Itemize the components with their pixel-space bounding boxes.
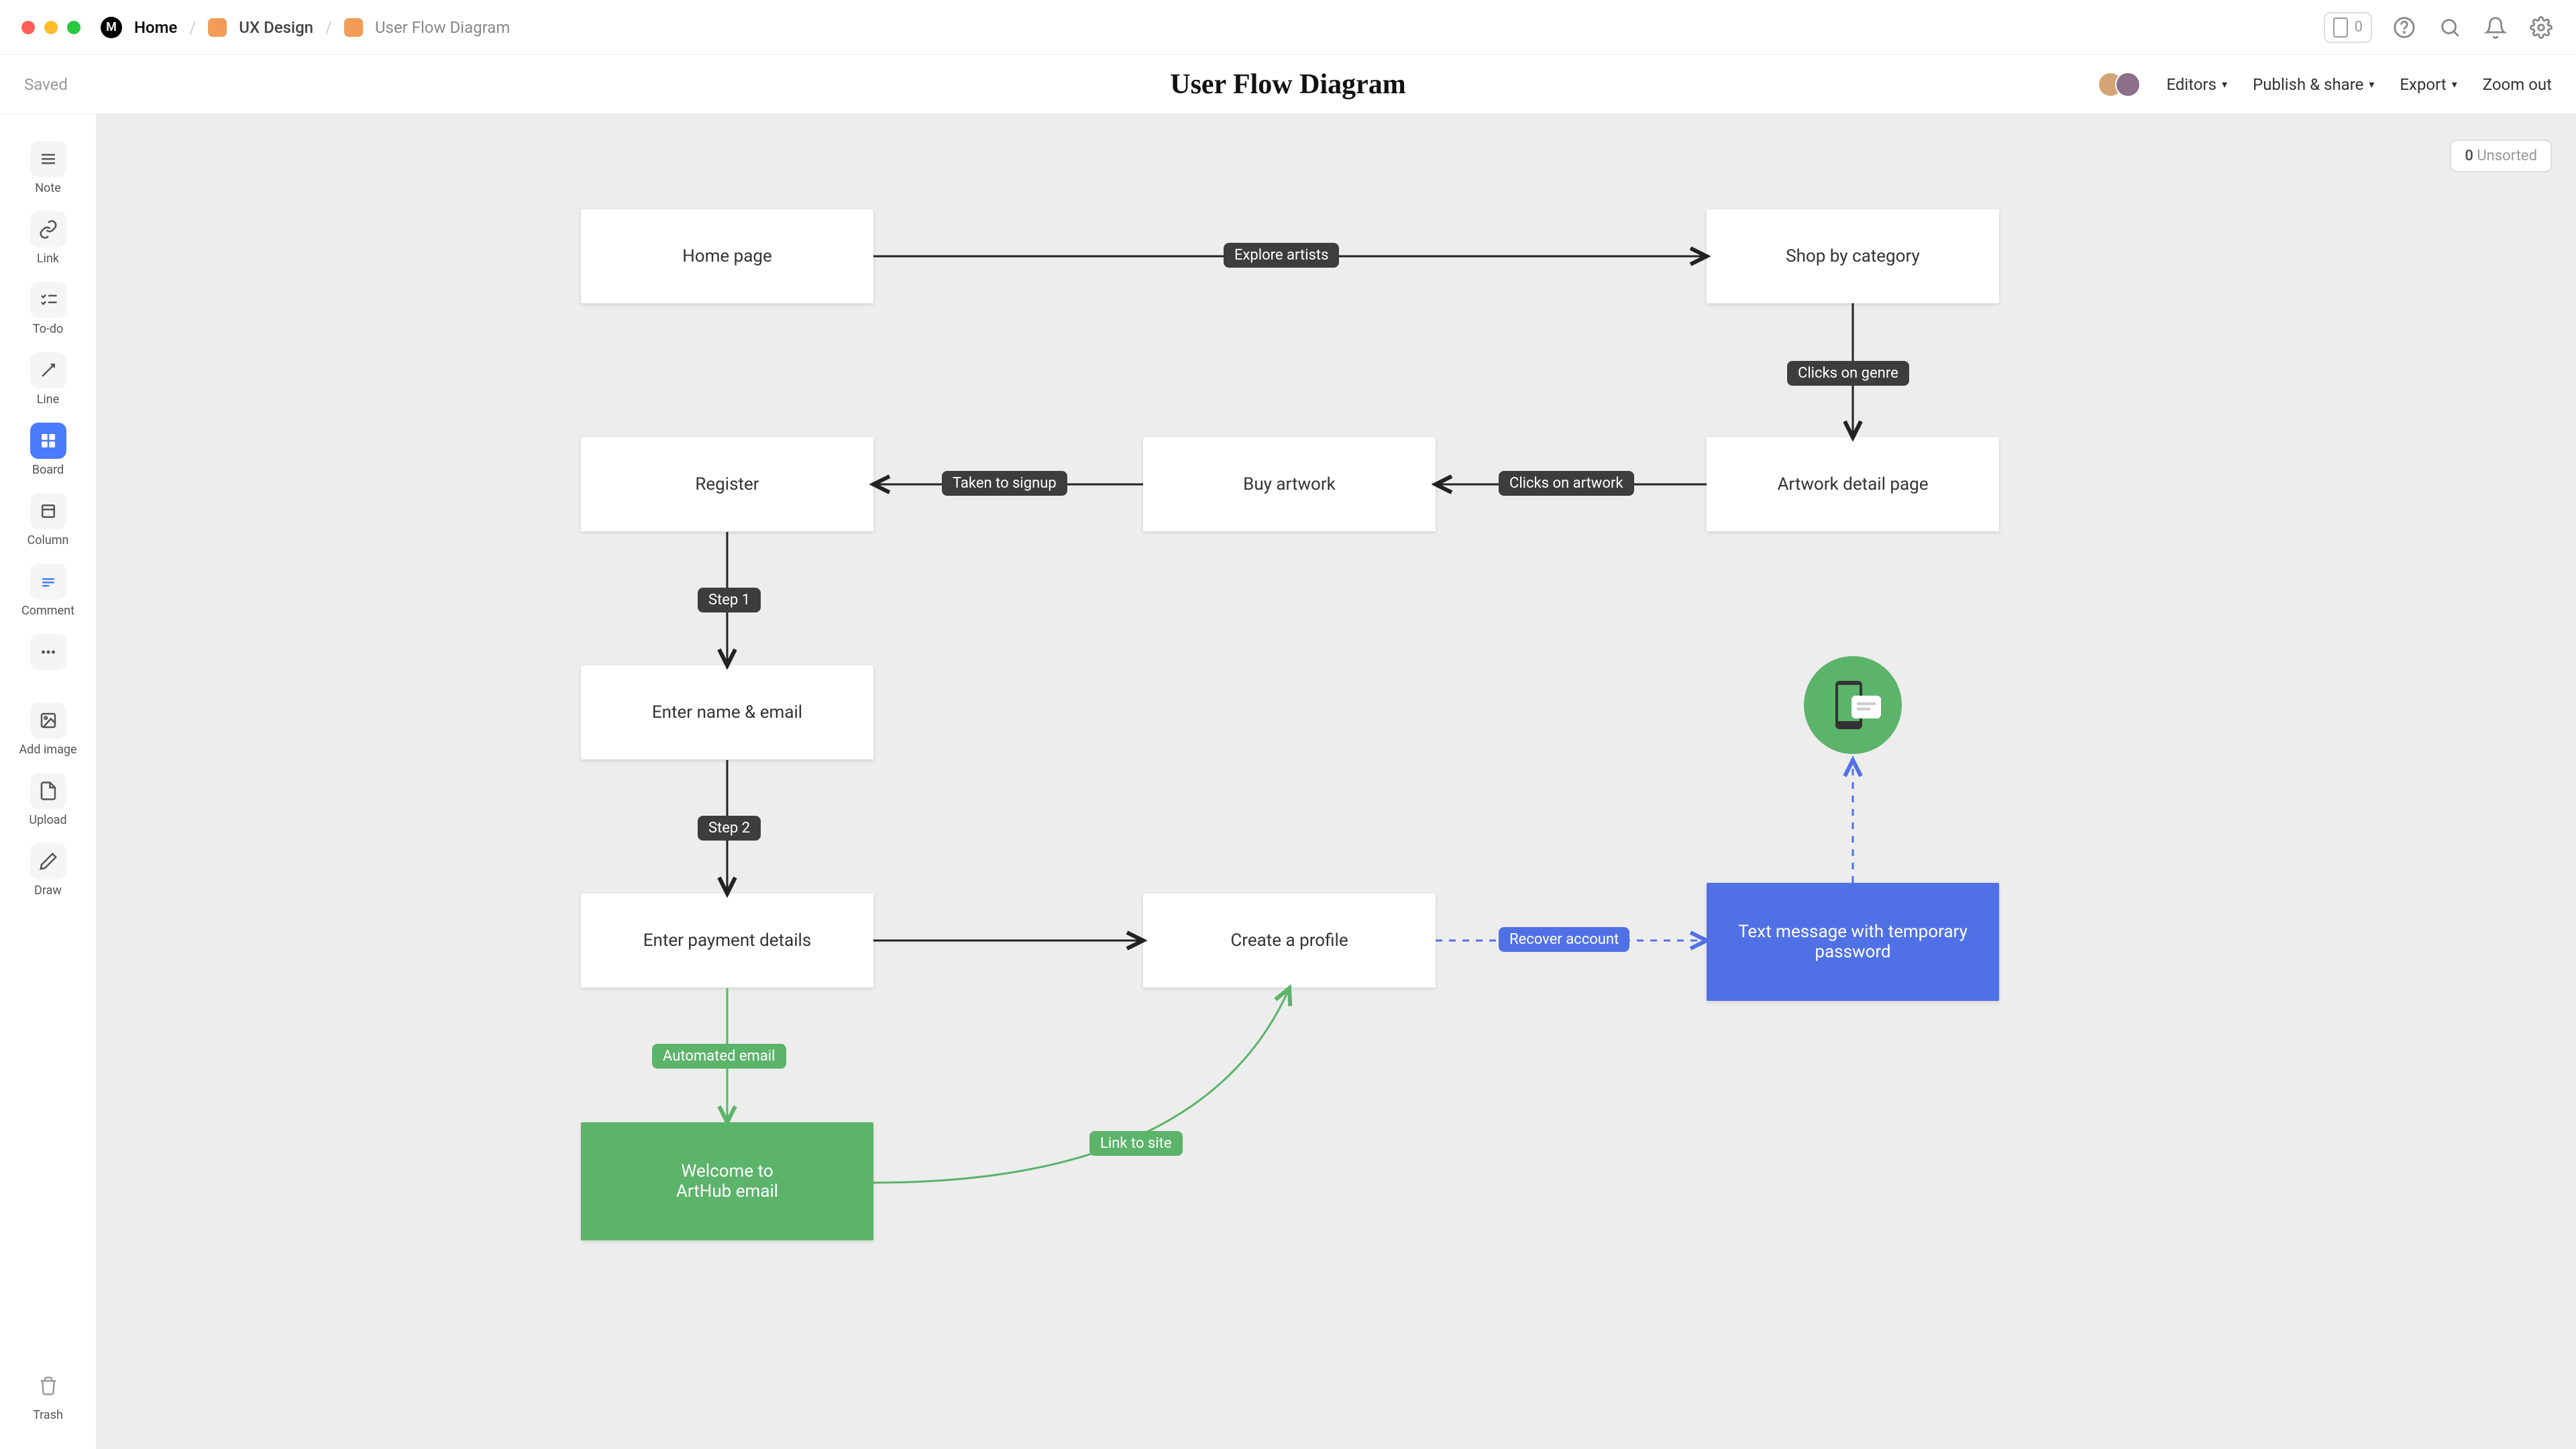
tool-note[interactable]: Note [13, 134, 83, 202]
editor-avatars[interactable] [2098, 72, 2141, 97]
label-automated[interactable]: Automated email [652, 1044, 786, 1069]
chevron-down-icon: ▾ [2452, 78, 2457, 91]
label-link-site[interactable]: Link to site [1089, 1131, 1183, 1156]
breadcrumb-sep: / [325, 18, 332, 37]
tool-draw[interactable]: Draw [13, 837, 83, 904]
label-artwork[interactable]: Clicks on artwork [1499, 471, 1634, 496]
more-icon [30, 634, 66, 670]
breadcrumb-mid[interactable]: UX Design [239, 18, 313, 37]
label-step1[interactable]: Step 1 [698, 588, 761, 612]
document-header: Saved User Flow Diagram Editors▾ Publish… [0, 55, 2576, 114]
board-icon [30, 423, 66, 459]
label-step2[interactable]: Step 2 [698, 816, 761, 841]
minimize-window[interactable] [44, 21, 58, 34]
trash-icon [30, 1368, 66, 1404]
bell-icon[interactable] [2482, 14, 2509, 41]
folder-icon [344, 18, 363, 37]
draw-icon [30, 843, 66, 879]
breadcrumb-home[interactable]: Home [134, 18, 177, 37]
badge-count: 0 [2355, 19, 2363, 36]
editors-dropdown[interactable]: Editors▾ [2166, 75, 2227, 94]
device-pill[interactable]: 0 [2324, 12, 2372, 43]
tool-upload[interactable]: Upload [13, 766, 83, 834]
line-icon [30, 352, 66, 388]
link-icon [30, 211, 66, 248]
page-title: User Flow Diagram [1170, 68, 1405, 101]
publish-dropdown[interactable]: Publish & share▾ [2253, 75, 2374, 94]
window-controls [21, 21, 80, 34]
tool-todo[interactable]: To-do [13, 275, 83, 343]
tool-comment[interactable]: Comment [13, 557, 83, 625]
avatar [2115, 72, 2141, 97]
phone-icon [2333, 17, 2348, 38]
label-genre[interactable]: Clicks on genre [1787, 361, 1909, 386]
app-logo-icon[interactable]: M [101, 17, 122, 38]
image-icon [30, 702, 66, 739]
tool-add-image[interactable]: Add image [13, 696, 83, 763]
breadcrumb: M Home / UX Design / User Flow Diagram [101, 17, 510, 38]
export-dropdown[interactable]: Export▾ [2400, 75, 2457, 94]
tool-column[interactable]: Column [13, 486, 83, 554]
tool-trash[interactable]: Trash [13, 1361, 83, 1429]
close-window[interactable] [21, 21, 35, 34]
gear-icon[interactable] [2528, 14, 2555, 41]
diagram-canvas[interactable]: 0 Unsorted [97, 114, 2576, 1449]
chevron-down-icon: ▾ [2369, 78, 2374, 91]
tool-line[interactable]: Line [13, 345, 83, 413]
todo-icon [30, 282, 66, 318]
maximize-window[interactable] [67, 21, 80, 34]
breadcrumb-sep: / [189, 18, 196, 37]
tool-board[interactable]: Board [13, 416, 83, 484]
search-icon[interactable] [2436, 14, 2463, 41]
help-icon[interactable] [2391, 14, 2418, 41]
titlebar: M Home / UX Design / User Flow Diagram 0 [0, 0, 2576, 55]
header-actions: Editors▾ Publish & share▾ Export▾ Zoom o… [2098, 72, 2552, 97]
label-signup[interactable]: Taken to signup [942, 471, 1067, 496]
breadcrumb-current: User Flow Diagram [375, 18, 510, 37]
tool-sidebar: Note Link To-do Line Board Column Commen… [0, 114, 97, 1449]
folder-icon [208, 18, 227, 37]
main-area: Note Link To-do Line Board Column Commen… [0, 114, 2576, 1449]
note-icon [30, 141, 66, 177]
tool-more[interactable] [13, 627, 83, 677]
save-status: Saved [24, 75, 68, 94]
tool-link[interactable]: Link [13, 205, 83, 272]
connectors-layer [97, 114, 2576, 1449]
zoom-out-button[interactable]: Zoom out [2483, 75, 2552, 94]
comment-icon [30, 564, 66, 600]
chevron-down-icon: ▾ [2222, 78, 2227, 91]
label-recover[interactable]: Recover account [1499, 927, 1629, 952]
top-right-actions: 0 [2324, 12, 2555, 43]
column-icon [30, 493, 66, 529]
label-explore[interactable]: Explore artists [1224, 243, 1339, 268]
upload-icon [30, 773, 66, 809]
